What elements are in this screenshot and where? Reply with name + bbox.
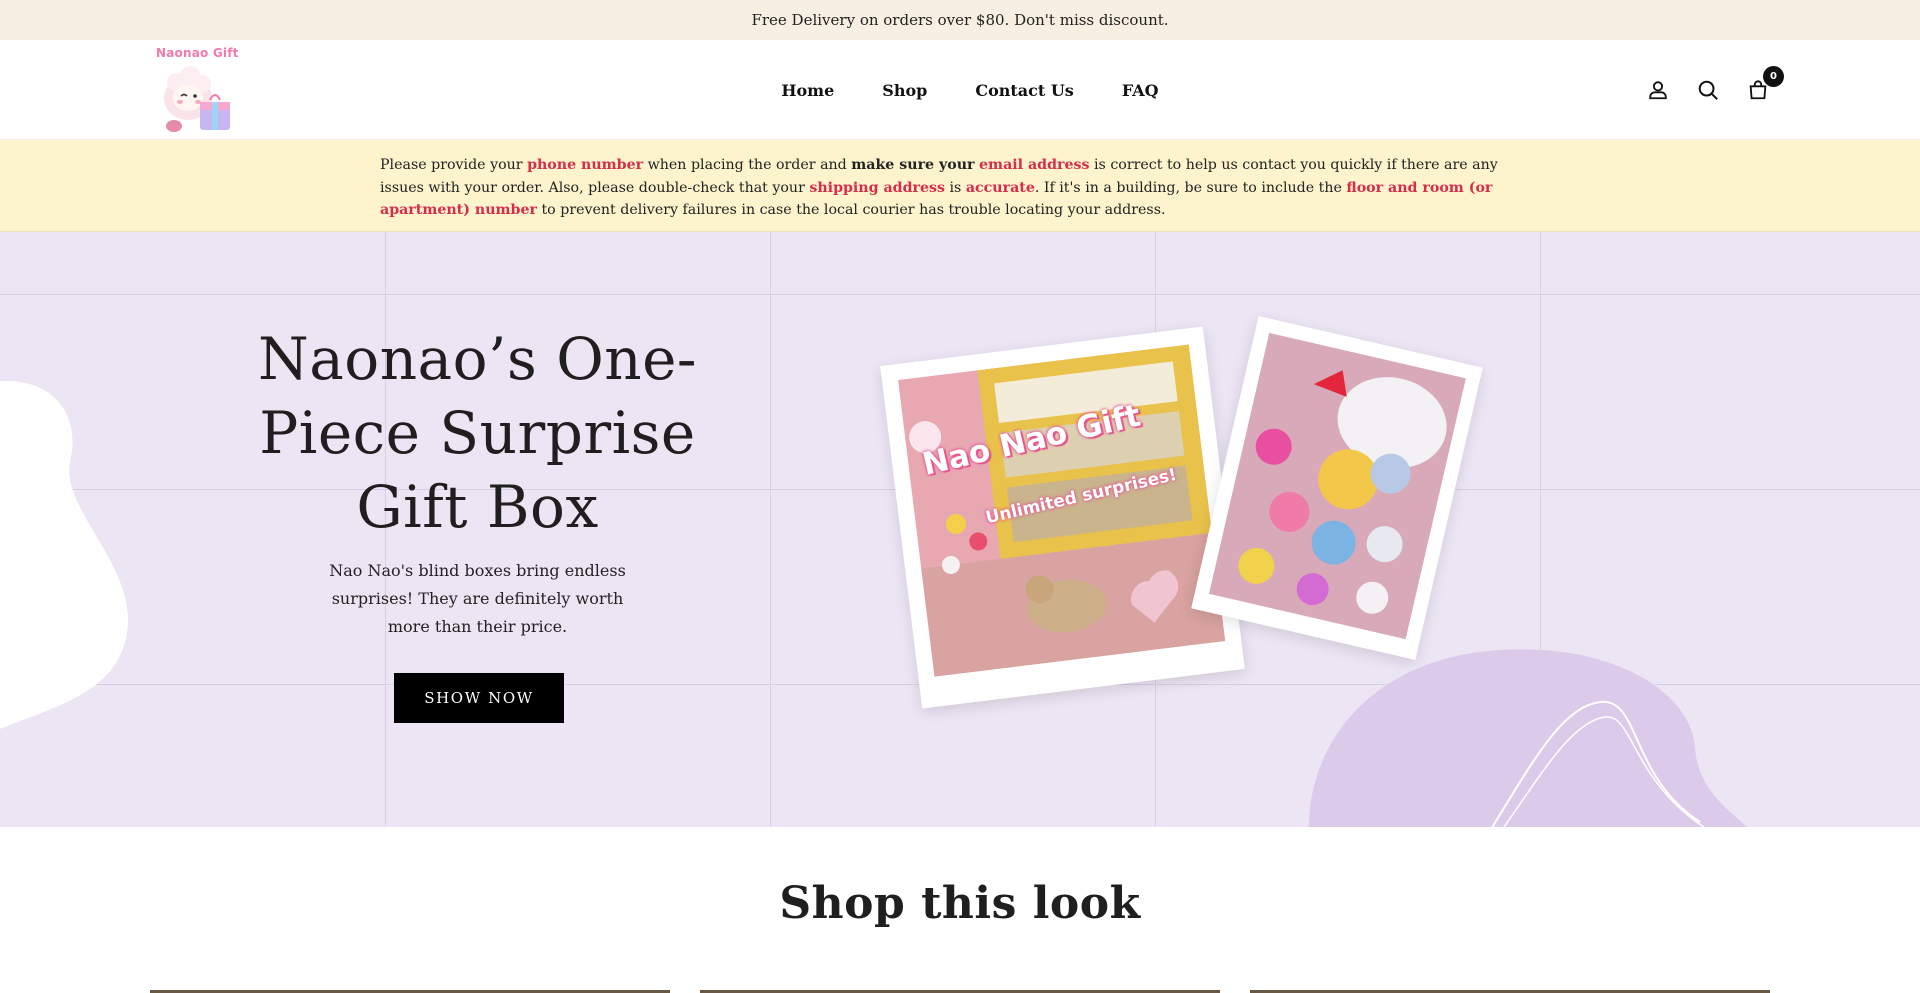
notice-email: email address xyxy=(979,157,1090,173)
account-icon[interactable] xyxy=(1646,78,1670,102)
notice-shipping: shipping address xyxy=(809,179,945,196)
hero-title: Naonao’s One-Piece Surprise Gift Box xyxy=(257,325,698,541)
notice-make-sure: make sure your xyxy=(851,157,975,173)
show-now-button[interactable]: SHOW NOW xyxy=(394,673,564,723)
nav-contact-us[interactable]: Contact Us xyxy=(975,81,1073,100)
nav-home[interactable]: Home xyxy=(781,81,834,100)
decorative-blob-purple xyxy=(1309,649,1748,827)
decorative-blob xyxy=(0,380,128,729)
cart-count-badge: 0 xyxy=(1763,66,1784,87)
main-nav: Home Shop Contact Us FAQ xyxy=(0,40,1920,140)
cart-icon[interactable]: 0 xyxy=(1746,66,1784,102)
header-icons: 0 xyxy=(1646,40,1784,140)
hero-photo-shelf-image: Nao Nao Gift Unlimited surprises! xyxy=(898,344,1226,677)
hero-photo-toys-image xyxy=(1208,332,1467,640)
nav-faq[interactable]: FAQ xyxy=(1122,81,1159,100)
search-icon[interactable] xyxy=(1696,78,1720,102)
announcement-bar: Free Delivery on orders over $80. Don't … xyxy=(0,0,1920,40)
section-title: Shop this look xyxy=(779,878,1141,929)
nav-shop[interactable]: Shop xyxy=(882,81,927,100)
notice-accurate: accurate xyxy=(965,179,1035,196)
hero-subtitle: Nao Nao's blind boxes bring endless surp… xyxy=(329,561,626,636)
announcement-text: Free Delivery on orders over $80. Don't … xyxy=(751,11,1169,29)
notice-phone: phone number xyxy=(527,157,644,173)
order-notice: Please provide your phone number when pl… xyxy=(0,140,1920,232)
notice-text: Please provide your phone number when pl… xyxy=(380,157,1498,218)
site-header: Naonao Gift Home Shop Contact Us FAQ 0 xyxy=(0,40,1920,140)
hero-photo-shelf: Nao Nao Gift Unlimited surprises! xyxy=(880,326,1245,709)
